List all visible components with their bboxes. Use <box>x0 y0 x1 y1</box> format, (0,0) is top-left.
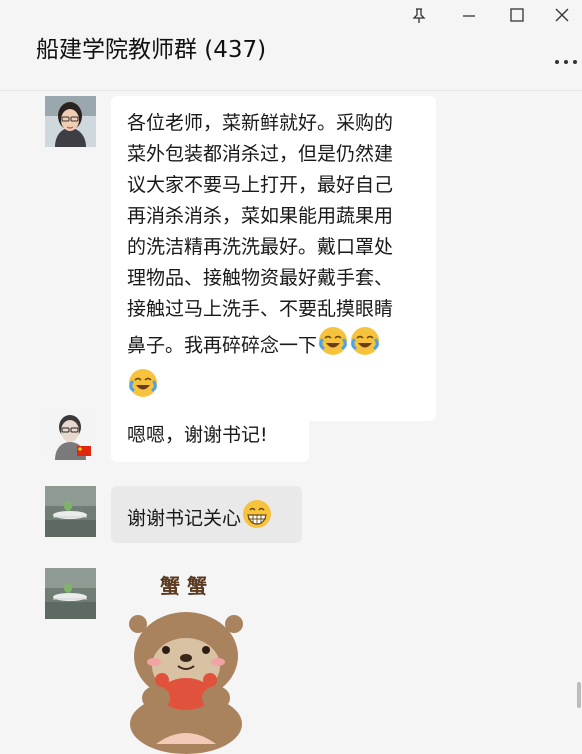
avatar[interactable] <box>45 486 96 537</box>
message-text: 谢谢书记关心 <box>127 507 242 530</box>
laughing-tears-emoji <box>317 325 349 367</box>
message-bubble[interactable]: 各位老师，菜新鲜就好。采购的 菜外包装都消杀过，但是仍然建 议大家不要马上打开，… <box>111 96 436 421</box>
laughing-tears-emoji <box>127 367 159 409</box>
message-line: 理物品、接触物资最好戴手套、 <box>127 267 394 289</box>
more-icon[interactable] <box>554 50 578 69</box>
message-line: 各位老师，菜新鲜就好。采购的 <box>127 112 394 134</box>
scrollbar-thumb[interactable] <box>577 682 581 708</box>
message-bubble[interactable]: 嗯嗯，谢谢书记! <box>111 409 309 462</box>
message-text: 嗯嗯，谢谢书记! <box>127 424 268 446</box>
otter-holding-crab-sticker[interactable]: 蟹 蟹 <box>116 568 256 754</box>
message-line <box>127 367 426 409</box>
chat-header: 船建学院教师群 (437) <box>0 0 582 91</box>
close-icon[interactable] <box>555 8 569 26</box>
pin-icon[interactable] <box>412 8 426 28</box>
message-line: 鼻子。我再碎碎念一下 <box>127 325 426 367</box>
message-line: 菜外包装都消杀过，但是仍然建 <box>127 143 394 165</box>
avatar[interactable] <box>45 96 96 147</box>
message-line: 的洗洁精再洗洗最好。戴口罩处 <box>127 236 394 258</box>
message-line: 接触过马上洗手、不要乱摸眼睛 <box>127 298 394 320</box>
message-line-text: 鼻子。我再碎碎念一下 <box>127 334 318 357</box>
grinning-teeth-emoji <box>241 498 273 540</box>
minimize-icon[interactable] <box>463 8 475 26</box>
laughing-tears-emoji <box>349 325 381 367</box>
avatar[interactable] <box>45 568 96 619</box>
avatar[interactable] <box>45 409 96 460</box>
maximize-icon[interactable] <box>510 8 524 26</box>
message-line: 议大家不要马上打开，最好自己 <box>127 174 394 196</box>
message-bubble[interactable]: 谢谢书记关心 <box>111 486 302 543</box>
chat-title: 船建学院教师群 (437) <box>36 37 267 63</box>
message-line: 再消杀消杀，菜如果能用蔬果用 <box>127 205 394 227</box>
